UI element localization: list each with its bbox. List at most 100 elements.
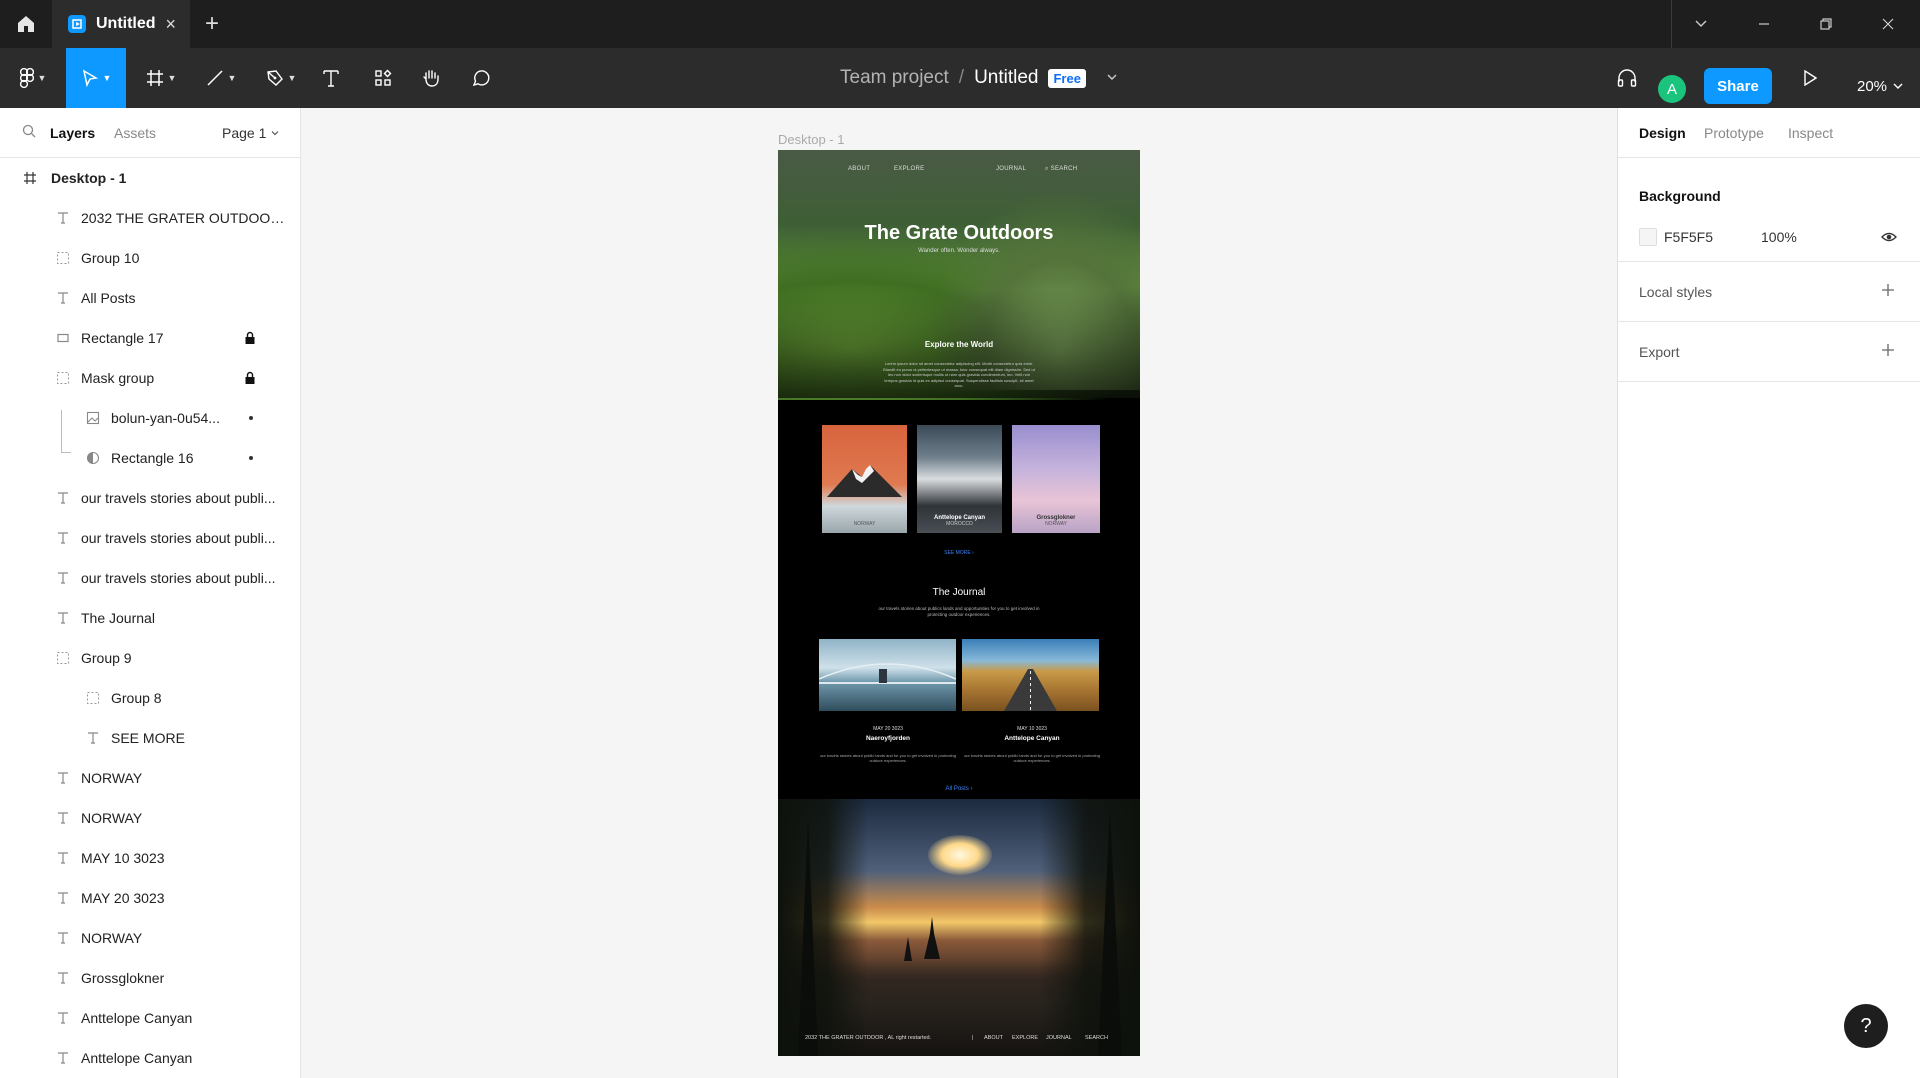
chevron-down-icon: ▼ bbox=[102, 73, 112, 83]
layer-row[interactable]: Group 8 bbox=[0, 678, 300, 718]
color-swatch[interactable] bbox=[1639, 228, 1657, 246]
layer-name: MAY 20 3023 bbox=[81, 890, 165, 906]
layer-row[interactable]: The Journal bbox=[0, 598, 300, 638]
sunset-image bbox=[778, 799, 1140, 1056]
play-icon bbox=[1804, 70, 1817, 86]
tab-inspect[interactable]: Inspect bbox=[1788, 125, 1833, 141]
layer-row[interactable]: Grossglokner bbox=[0, 958, 300, 998]
layer-row[interactable]: Mask group bbox=[0, 358, 300, 398]
see-more-link: SEE MORE › bbox=[944, 550, 974, 556]
text-layer-icon bbox=[55, 890, 71, 906]
pen-tool[interactable]: ▼ bbox=[258, 48, 304, 108]
post-text: our travels stories about public lands a… bbox=[820, 753, 956, 763]
layer-row[interactable]: Group 10 bbox=[0, 238, 300, 278]
lock-icon[interactable] bbox=[244, 371, 256, 388]
layer-name: The Journal bbox=[81, 610, 155, 626]
layer-name: All Posts bbox=[81, 290, 136, 306]
help-button[interactable]: ? bbox=[1844, 1004, 1888, 1048]
move-tool[interactable]: ▼ bbox=[66, 48, 126, 108]
plus-icon[interactable] bbox=[1881, 343, 1895, 360]
background-hex-input[interactable]: F5F5F5 bbox=[1664, 229, 1713, 245]
tab-layers[interactable]: Layers bbox=[50, 125, 95, 141]
layer-row[interactable]: our travels stories about publi... bbox=[0, 558, 300, 598]
layer-row[interactable]: Group 9 bbox=[0, 638, 300, 678]
layer-row[interactable]: our travels stories about publi... bbox=[0, 478, 300, 518]
tab-design[interactable]: Design bbox=[1639, 125, 1686, 141]
layer-row[interactable]: NORWAY bbox=[0, 918, 300, 958]
comment-tool[interactable] bbox=[468, 48, 494, 108]
page-label: Page 1 bbox=[222, 125, 267, 141]
layer-row[interactable]: our travels stories about publi... bbox=[0, 518, 300, 558]
mountain-image bbox=[827, 465, 902, 497]
lock-icon[interactable] bbox=[244, 331, 256, 348]
footer-link-about: ABOUT bbox=[984, 1035, 1003, 1041]
footer-link-search: SEARCH bbox=[1085, 1035, 1108, 1041]
text-layer-icon bbox=[55, 570, 71, 586]
share-button[interactable]: Share bbox=[1704, 68, 1772, 104]
layer-row[interactable]: 2032 THE GRATER OUTDOOR... bbox=[0, 198, 300, 238]
present-button[interactable] bbox=[1798, 48, 1822, 108]
frame-label[interactable]: Desktop - 1 bbox=[778, 132, 844, 147]
search-icon[interactable] bbox=[22, 124, 36, 141]
home-button[interactable] bbox=[0, 0, 52, 48]
layer-name: Grossglokner bbox=[81, 970, 165, 986]
new-tab-button[interactable]: + bbox=[205, 10, 219, 38]
visibility-dot[interactable] bbox=[249, 416, 253, 420]
close-tab-icon[interactable]: × bbox=[165, 14, 176, 35]
layer-row[interactable]: NORWAY bbox=[0, 798, 300, 838]
toolbar: ▼ ▼ ▼ ▼ ▼ Team project / Untitled Free bbox=[0, 48, 1920, 108]
layer-row[interactable]: Rectangle 17 bbox=[0, 318, 300, 358]
zoom-menu[interactable]: 20% bbox=[1857, 68, 1903, 104]
layer-row[interactable]: MAY 20 3023 bbox=[0, 878, 300, 918]
text-icon bbox=[323, 70, 339, 87]
hand-tool[interactable] bbox=[418, 48, 444, 108]
properties-panel: Design Prototype Inspect Background F5F5… bbox=[1617, 108, 1920, 1078]
avatar[interactable]: A bbox=[1658, 75, 1686, 103]
desktop-frame[interactable]: ABOUT EXPLORE JOURNAL ⌕ SEARCH The Grate… bbox=[778, 150, 1140, 1056]
layers-panel: Layers Assets Page 1 Desktop - 1 2032 TH… bbox=[0, 108, 301, 1078]
resources-tool[interactable] bbox=[370, 48, 396, 108]
layer-row[interactable]: Rectangle 16 bbox=[0, 438, 300, 478]
tab-prototype[interactable]: Prototype bbox=[1704, 125, 1764, 141]
chevron-down-icon: ▼ bbox=[37, 73, 47, 83]
minimize-icon[interactable] bbox=[1733, 0, 1795, 48]
file-name[interactable]: Untitled bbox=[974, 67, 1038, 89]
tab-assets[interactable]: Assets bbox=[114, 125, 156, 141]
road-image bbox=[1004, 669, 1057, 711]
layer-row[interactable]: MAY 10 3023 bbox=[0, 838, 300, 878]
layer-name: our travels stories about publi... bbox=[81, 570, 276, 586]
chevron-down-icon[interactable] bbox=[1670, 0, 1732, 48]
audio-button[interactable] bbox=[1612, 48, 1642, 108]
background-opacity-input[interactable]: 100% bbox=[1761, 229, 1797, 245]
layer-row[interactable]: SEE MORE bbox=[0, 718, 300, 758]
layer-name: Rectangle 16 bbox=[111, 450, 194, 466]
group-layer-icon bbox=[55, 250, 71, 266]
layer-frame-desktop-1[interactable]: Desktop - 1 bbox=[0, 158, 300, 198]
destination-card: Anttelope Canyan MOROCCO bbox=[917, 425, 1002, 533]
footer-link-explore: EXPLORE bbox=[1012, 1035, 1038, 1041]
line-tool[interactable]: ▼ bbox=[198, 48, 244, 108]
plus-icon[interactable] bbox=[1881, 283, 1895, 300]
zoom-level: 20% bbox=[1857, 77, 1888, 95]
eye-icon[interactable] bbox=[1881, 230, 1897, 247]
restore-icon[interactable] bbox=[1795, 0, 1857, 48]
layer-row[interactable]: All Posts bbox=[0, 278, 300, 318]
text-tool[interactable] bbox=[318, 48, 344, 108]
team-project-link[interactable]: Team project bbox=[840, 67, 949, 89]
layer-row[interactable]: NORWAY bbox=[0, 758, 300, 798]
layer-row[interactable]: Anttelope Canyan bbox=[0, 998, 300, 1038]
text-layer-icon bbox=[55, 610, 71, 626]
site-nav-explore: EXPLORE bbox=[894, 166, 925, 172]
page-selector[interactable]: Page 1 bbox=[222, 125, 280, 141]
text-layer-icon bbox=[55, 490, 71, 506]
layer-row[interactable]: Anttelope Canyan bbox=[0, 1038, 300, 1078]
chevron-down-icon[interactable] bbox=[1106, 67, 1118, 89]
home-icon bbox=[18, 16, 34, 32]
file-tab[interactable]: Untitled × bbox=[52, 0, 190, 48]
chevron-down-icon: ▼ bbox=[167, 73, 177, 83]
frame-tool[interactable]: ▼ bbox=[138, 48, 184, 108]
close-window-icon[interactable] bbox=[1857, 0, 1919, 48]
main-menu-button[interactable]: ▼ bbox=[10, 48, 56, 108]
layer-row[interactable]: bolun-yan-0u54... bbox=[0, 398, 300, 438]
visibility-dot[interactable] bbox=[249, 456, 253, 460]
